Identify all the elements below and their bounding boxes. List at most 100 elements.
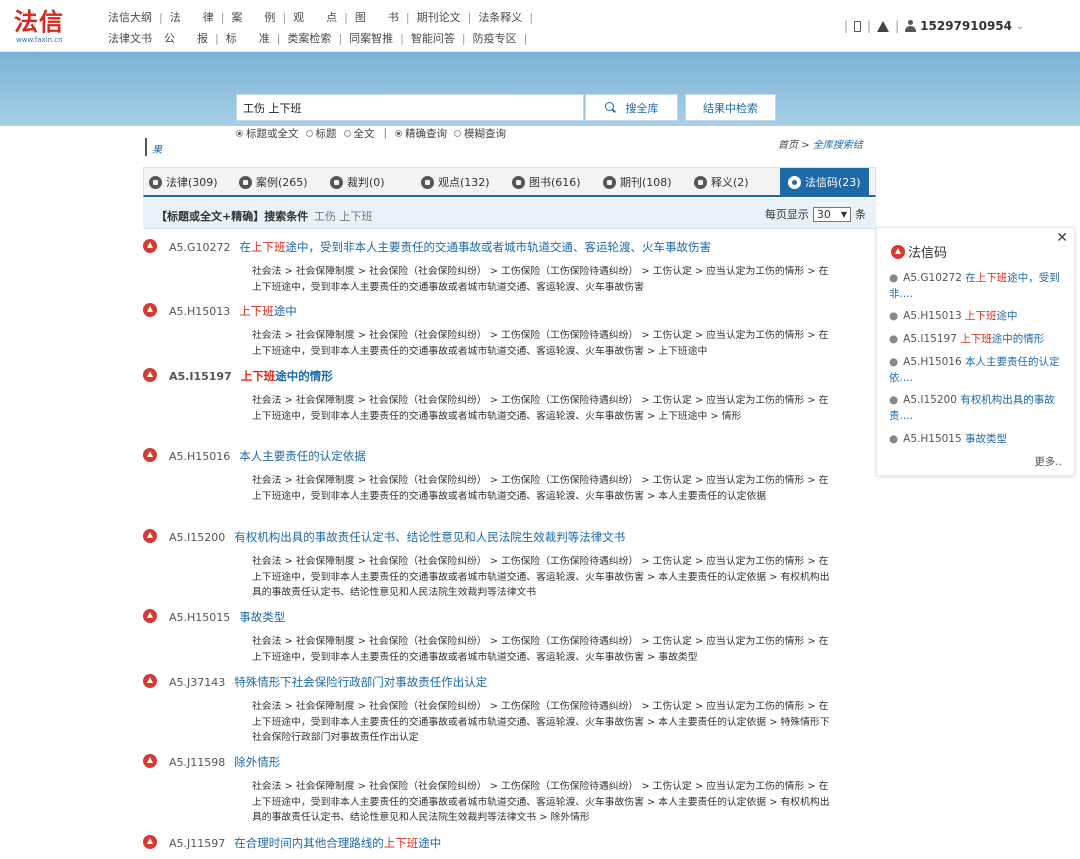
faxin-code-icon [143, 529, 157, 543]
result-title[interactable]: 除外情形 [234, 754, 280, 770]
option-exact[interactable]: 精确查询 [395, 126, 447, 141]
more-link[interactable]: 更多.. [1034, 454, 1062, 469]
tab-journal[interactable]: 期刊(108) [603, 168, 672, 196]
nav-row-secondary: 法律文书 公 报 | 标 准 | 类案检索 | 同案智推 | 智能问答 | 防疫专区 | [106, 30, 528, 46]
result-title[interactable]: 在合理时间内其他合理路线的上下班途中 [234, 835, 441, 851]
result-code: A5.J11598 [169, 755, 226, 769]
breadcrumb-home[interactable]: 首页 [778, 140, 798, 151]
tab-interpretation[interactable]: 释义(2) [694, 168, 749, 196]
nav-item-similar-case[interactable]: 类案检索 [285, 30, 333, 46]
result-title[interactable]: 本人主要责任的认定依据 [239, 448, 366, 464]
tab-faxin-code[interactable]: 法信码(23) [780, 168, 869, 196]
law-icon [149, 175, 162, 189]
nav-item-interpretation[interactable]: 法条释义 [476, 9, 524, 25]
panel-title: 法信码 [891, 242, 947, 261]
logo-text: 法信 [14, 7, 64, 36]
result-title[interactable]: 特殊情形下社会保险行政部门对事故责任作出认定 [234, 674, 487, 690]
nav-item-smart-qa[interactable]: 智能问答 [409, 30, 457, 46]
nav-item-same-case-push[interactable]: 同案智推 [347, 30, 395, 46]
option-fuzzy[interactable]: 模糊查询 [454, 126, 506, 141]
option-title-or-fulltext[interactable]: 标题或全文 [236, 126, 299, 141]
faxin-code-icon [143, 368, 157, 382]
result-code: A5.G10272 [169, 240, 231, 254]
faxin-code-icon [143, 609, 157, 623]
nav-item-gazette[interactable]: 公 报 [162, 30, 210, 46]
search-all-button[interactable]: 搜全库 [585, 94, 678, 121]
faxin-code-icon [143, 239, 157, 253]
result-path: 社会法 > 社会保障制度 > 社会保险（社会保险纠纷） > 工伤保险（工伤保险待… [252, 636, 829, 663]
nav-item-viewpoint[interactable]: 观 点 [291, 9, 339, 25]
interpretation-icon [694, 175, 707, 189]
top-header: 法信 www.faxin.cn 法信大纲 | 法 律 | 案 例 | 观 点 | 图 书… [0, 0, 1080, 52]
tab-book[interactable]: 图书(616) [512, 168, 581, 196]
radio-icon [305, 129, 313, 137]
result-title[interactable]: 有权机构出具的事故责任认定书、结论性意见和人民法院生效裁判等法律文书 [234, 529, 625, 545]
result-path: 社会法 > 社会保障制度 > 社会保险（社会保险纠纷） > 工伤保险（工伤保险待… [252, 781, 830, 823]
tab-case[interactable]: 案例(265) [239, 168, 308, 196]
tab-law[interactable]: 法律(309) [149, 168, 218, 196]
nav-item-case[interactable]: 案 例 [229, 9, 277, 25]
user-area: | | | 15297910954 ⌄ [844, 19, 1025, 33]
panel-item[interactable]: ● A5.I15200 有权机构出具的事故责.... [889, 392, 1074, 424]
result-path: 社会法 > 社会保障制度 > 社会保险（社会保险纠纷） > 工伤保险（工伤保险待… [252, 395, 829, 422]
panel-item[interactable]: ● A5.H15015 事故类型 [889, 431, 1074, 447]
result-title[interactable]: 上下班途中 [239, 303, 297, 319]
user-icon [905, 20, 917, 32]
close-icon[interactable]: ✕ [1056, 230, 1068, 246]
faxin-code-icon [143, 674, 157, 688]
search-icon [604, 102, 616, 113]
tab-judgment[interactable]: 裁判(0) [330, 168, 385, 196]
case-icon [239, 175, 252, 189]
result-path: 社会法 > 社会保障制度 > 社会保险（社会保险纠纷） > 工伤保险（工伤保险待… [252, 556, 830, 598]
nav-row-primary: 法信大纲 | 法 律 | 案 例 | 观 点 | 图 书 | 期刊论文 | 法条释义 | [106, 9, 534, 25]
panel-item[interactable]: ● A5.I15197 上下班途中的情形 [889, 331, 1074, 347]
viewpoint-icon [421, 175, 434, 189]
search-all-label: 搜全库 [625, 101, 659, 115]
faxin-code-icon [891, 244, 905, 259]
chevron-down-icon[interactable]: ⌄ [1016, 21, 1024, 32]
search-within-button[interactable]: 结果中检索 [685, 94, 776, 121]
option-title[interactable]: 标题 [305, 126, 337, 141]
result-title[interactable]: 事故类型 [239, 609, 285, 625]
tab-viewpoint[interactable]: 观点(132) [421, 168, 490, 196]
search-condition-bar: 【标题或全文+精确】搜索条件 工伤 上下班 每页显示 30 ▼ 条 [143, 199, 876, 229]
book-icon [512, 175, 525, 189]
per-page-select[interactable]: 30 ▼ [812, 206, 851, 222]
faxin-code-panel: ✕ 法信码 ● A5.G10272 在上下班途中，受到非.... ● A5.H150… [876, 227, 1075, 476]
result-code: A5.J11597 [169, 836, 226, 850]
nav-item-law[interactable]: 法 律 [168, 9, 216, 25]
nav-item-outline[interactable]: 法信大纲 [106, 9, 154, 25]
panel-item[interactable]: ● A5.H15013 上下班途中 [889, 308, 1074, 324]
breadcrumb-current[interactable]: 全库搜索结 [813, 140, 863, 151]
condition-label: 【标题或全文+精确】搜索条件 [156, 210, 309, 223]
mobile-icon[interactable] [854, 20, 862, 32]
result-code: A5.J37143 [169, 675, 226, 689]
panel-item[interactable]: ● A5.H15016 本人主要责任的认定依.... [889, 354, 1074, 386]
result-code: A5.H15016 [169, 449, 231, 463]
result-path: 社会法 > 社会保障制度 > 社会保险（社会保险纠纷） > 工伤保险（工伤保险待… [252, 475, 829, 502]
faxin-logo[interactable]: 法信 www.faxin.cn [14, 8, 74, 48]
nav-item-book[interactable]: 图 书 [353, 9, 401, 25]
nav-item-epidemic[interactable]: 防疫专区 [471, 30, 519, 46]
panel-item[interactable]: ● A5.G10272 在上下班途中，受到非.... [889, 270, 1074, 302]
result-code: A5.I15200 [169, 530, 226, 544]
nav-item-standard[interactable]: 标 准 [224, 30, 272, 46]
warning-icon[interactable] [877, 20, 890, 32]
breadcrumb: 首页 > 全库搜索结 [778, 140, 863, 151]
nav-item-legal-docs[interactable]: 法律文书 [106, 30, 154, 46]
result-title[interactable]: 上下班途中的情形 [241, 368, 333, 384]
search-input[interactable] [236, 94, 584, 121]
user-phone[interactable]: 15297910954 [920, 19, 1012, 33]
result-path: 社会法 > 社会保障制度 > 社会保险（社会保险纠纷） > 工伤保险（工伤保险待… [252, 330, 829, 357]
results-heading: 果 [145, 136, 162, 156]
result-title[interactable]: 在上下班途中，受到非本人主要责任的交通事故或者城市轨道交通、客运轮渡、火车事故伤… [240, 239, 712, 255]
search-options: 标题或全文 标题 全文 | 精确查询 模糊查询 [236, 126, 513, 140]
judgment-icon [330, 175, 343, 189]
option-fulltext[interactable]: 全文 [343, 126, 375, 141]
radio-icon [343, 129, 351, 137]
radio-icon [236, 129, 243, 137]
per-page-control: 每页显示 30 ▼ 条 [764, 206, 866, 222]
nav-item-journal[interactable]: 期刊论文 [415, 9, 463, 25]
faxin-code-icon [788, 175, 801, 189]
result-code: A5.I15197 [169, 369, 232, 383]
